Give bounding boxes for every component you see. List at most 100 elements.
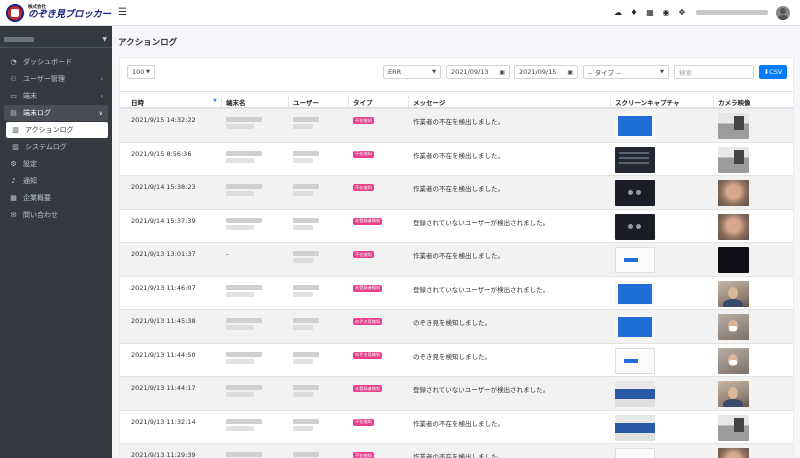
message-cell: 登録されていないユーザーが検出されました。 — [413, 218, 550, 227]
table-row[interactable]: 2021/9/15 14:32:22 不在検知 作業者の不在を検出しました。 — [120, 109, 793, 143]
chevron-left-icon: ‹ — [100, 92, 103, 100]
column-header[interactable]: ユーザー — [293, 97, 319, 107]
sidebar-item-label: 企業概要 — [23, 194, 51, 202]
camera-thumbnail[interactable] — [718, 180, 749, 206]
datetime-cell: 2021/9/13 11:29:39 — [131, 451, 196, 458]
user-redacted — [293, 452, 319, 457]
camera-thumbnail[interactable] — [718, 213, 749, 240]
filter-bar: 100 ▼ ERR ▼ 2021/09/13 ▣ 2021/09/15 ▣ -- タイプ… — [120, 65, 793, 79]
camera-thumbnail[interactable] — [718, 247, 749, 273]
sidebar-item-label: アクションログ — [25, 126, 74, 134]
sidebar-item-label: 設定 — [23, 160, 37, 168]
user-redacted — [293, 318, 319, 323]
table-row[interactable]: 2021/9/13 11:45:38 のぞき見検知 のぞき見を検知しました。 — [120, 310, 793, 344]
table-row[interactable]: 2021/9/14 15:38:23 不在検知 作業者の不在を検出しました。 — [120, 176, 793, 210]
sidebar-item-9[interactable]: ✉ 問い合わせ — [4, 207, 108, 223]
type-badge: 不在検知 — [353, 117, 374, 124]
avatar[interactable] — [776, 5, 790, 20]
search-input[interactable]: 検索 — [674, 65, 754, 79]
column-header[interactable]: タイプ — [353, 97, 373, 107]
sidebar-item-2[interactable]: ▭ 端末 ‹ — [4, 88, 108, 104]
sidebar-item-1[interactable]: ⚇ ユーザー管理 ‹ — [4, 71, 108, 87]
user-name-redacted[interactable] — [696, 10, 768, 15]
date-to-input[interactable]: 2021/09/15 ▣ — [514, 65, 578, 79]
screen-capture-thumbnail[interactable] — [615, 347, 655, 374]
camera-thumbnail[interactable] — [718, 381, 749, 407]
sidebar-item-label: ユーザー管理 — [23, 75, 65, 83]
column-header[interactable]: メッセージ — [413, 97, 445, 107]
sidebar-item-0[interactable]: ◔ ダッシュボード — [4, 54, 108, 70]
camera-thumbnail[interactable] — [718, 414, 749, 441]
type-select[interactable]: -- タイプ -- ▼ — [583, 65, 669, 79]
cloud-download-icon[interactable]: ☁ — [610, 8, 626, 17]
column-header[interactable]: 日時 — [131, 97, 144, 107]
message-cell: 作業者の不在を検出しました。 — [413, 185, 504, 193]
camera-thumbnail[interactable] — [718, 347, 749, 374]
terminal-redacted — [226, 325, 254, 330]
page-title: アクションログ — [118, 38, 178, 48]
sidebar-item-7[interactable]: ♪ 通知 — [4, 173, 108, 189]
bell-icon[interactable]: ♦ — [626, 8, 642, 17]
terminal-cell: - — [226, 250, 229, 258]
type-badge: 不在検知 — [353, 418, 374, 426]
grid-icon[interactable]: ▦ — [642, 8, 658, 17]
screen-capture-thumbnail[interactable] — [615, 314, 655, 340]
calendar-icon[interactable]: ▣ — [567, 69, 573, 76]
sidebar-item-label: 問い合わせ — [23, 211, 58, 219]
globe-icon[interactable]: ◉ — [658, 8, 674, 17]
message-cell: 作業者の不在を検出しました。 — [413, 252, 504, 260]
table-row[interactable]: 2021/9/14 15:37:39 未登録者検知 登録されていないユーザーが検出さ… — [120, 210, 793, 243]
table-row[interactable]: 2021/9/13 13:01:37 - 不在検知 作業者の不在を検出しました。 — [120, 243, 793, 277]
column-header[interactable]: 端末名 — [226, 97, 246, 107]
column-header[interactable]: カメラ映像 — [718, 97, 751, 107]
type-badge: 未登録者検知 — [353, 217, 383, 225]
screen-capture-thumbnail[interactable] — [615, 381, 655, 407]
camera-thumbnail[interactable] — [718, 146, 749, 173]
column-header[interactable]: スクリーンキャプチャ — [615, 97, 680, 107]
menu-toggle-icon[interactable]: ☰ — [118, 7, 127, 18]
camera-thumbnail[interactable] — [718, 314, 749, 340]
screen-capture-thumbnail[interactable] — [615, 448, 655, 458]
type-badge: 不在検知 — [353, 452, 374, 458]
datetime-cell: 2021/9/13 11:44:50 — [131, 350, 196, 359]
screen-capture-thumbnail[interactable] — [615, 247, 655, 273]
camera-thumbnail[interactable] — [718, 113, 749, 139]
brand[interactable]: 株式会社 のぞき見ブロッカー — [0, 0, 112, 26]
sidebar-item-6[interactable]: ⚙ 設定 — [4, 156, 108, 172]
level-select[interactable]: ERR ▼ — [383, 65, 441, 79]
csv-download-button[interactable]: ⬇ CSV — [759, 65, 787, 79]
camera-thumbnail[interactable] — [718, 280, 749, 307]
clipboard-icon: ▥ — [12, 143, 19, 151]
screen-capture-thumbnail[interactable] — [615, 146, 655, 173]
table-row[interactable]: 2021/9/13 11:44:17 未登録者検知 登録されていないユーザーが検出さ… — [120, 377, 793, 411]
chevron-down-icon: ▼ — [102, 36, 107, 43]
terminal-redacted — [226, 224, 254, 230]
date-from-input[interactable]: 2021/09/13 ▣ — [446, 65, 510, 79]
sidebar-item-4[interactable]: ▥ アクションログ — [6, 122, 108, 138]
type-badge: 未登録者検知 — [353, 284, 383, 292]
datetime-cell: 2021/9/14 15:38:23 — [131, 183, 196, 191]
expand-icon[interactable]: ✥ — [674, 8, 690, 17]
sidebar-item-8[interactable]: ▦ 企業概要 — [4, 190, 108, 206]
terminal-redacted — [226, 358, 254, 364]
table-row[interactable]: 2021/9/13 11:29:39 不在検知 作業者の不在を検出しました。 — [120, 444, 793, 458]
screen-capture-thumbnail[interactable] — [615, 280, 655, 307]
camera-thumbnail[interactable] — [718, 448, 749, 458]
message-cell: 登録されていないユーザーが検出されました。 — [413, 386, 550, 394]
screen-capture-thumbnail[interactable] — [615, 213, 655, 240]
message-cell: 作業者の不在を検出しました。 — [413, 419, 504, 428]
sort-desc-icon[interactable]: ▼ — [213, 98, 217, 104]
page-size-select[interactable]: 100 ▼ — [127, 65, 155, 79]
screen-capture-thumbnail[interactable] — [615, 113, 655, 139]
sidebar-item-5[interactable]: ▥ システムログ — [6, 139, 108, 155]
tenant-selector[interactable]: ▼ — [0, 32, 112, 48]
brand-name: のぞき見ブロッカー — [28, 9, 111, 20]
screen-capture-thumbnail[interactable] — [615, 414, 655, 441]
table-row[interactable]: 2021/9/13 11:44:50 のぞき見検知 のぞき見を検知しました。 — [120, 344, 793, 377]
sidebar-item-3[interactable]: ▤ 端末ログ ∨ — [4, 105, 108, 121]
screen-capture-thumbnail[interactable] — [615, 180, 655, 206]
table-row[interactable]: 2021/9/13 11:46:07 未登録者検知 登録されていないユーザーが検出さ… — [120, 277, 793, 310]
calendar-icon[interactable]: ▣ — [499, 69, 505, 76]
table-row[interactable]: 2021/9/13 11:32:14 不在検知 作業者の不在を検出しました。 — [120, 411, 793, 444]
table-row[interactable]: 2021/9/15 8:56:36 不在検知 作業者の不在を検出しました。 — [120, 143, 793, 176]
